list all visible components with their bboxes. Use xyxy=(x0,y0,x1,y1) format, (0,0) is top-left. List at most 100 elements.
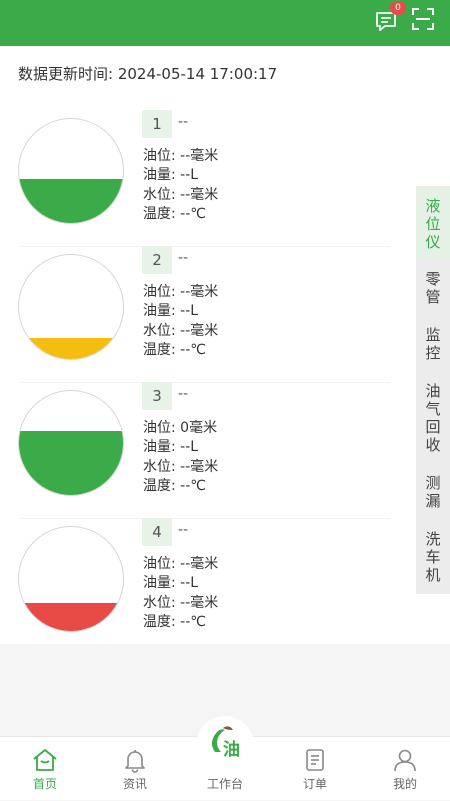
side-tab-monitoring[interactable]: 监 控 xyxy=(416,326,450,362)
side-tab-vapor-recovery[interactable]: 油 气 回 收 xyxy=(416,382,450,454)
side-tab-char: 零 xyxy=(425,270,441,288)
side-tab-char: 仪 xyxy=(425,233,441,251)
oil-level-label: 油位: xyxy=(143,148,176,164)
nav-label: 工作台 xyxy=(206,777,243,791)
tank-card[interactable]: 2 -- 油位: --毫米 油量: --L 水位: --毫米 温度: --℃ xyxy=(0,246,410,383)
water-level-row: 水位: --毫米 xyxy=(143,458,218,477)
temperature-value: --℃ xyxy=(180,613,206,630)
side-tab-char: 管 xyxy=(425,288,441,306)
oil-logo-icon[interactable]: 油 xyxy=(203,722,247,766)
side-tab-leak-detection[interactable]: 测 漏 xyxy=(416,474,450,510)
water-level-label: 水位: xyxy=(143,322,176,339)
oil-volume-label: 油量: xyxy=(143,575,176,592)
oil-volume-row: 油量: --L xyxy=(143,302,218,321)
water-level-value: --毫米 xyxy=(180,186,219,203)
nav-profile[interactable]: 我的 xyxy=(360,737,450,801)
svg-text:油: 油 xyxy=(223,739,240,760)
side-tab-car-wash[interactable]: 洗 车 机 xyxy=(416,530,450,584)
temperature-label: 温度: xyxy=(143,613,176,630)
temperature-value: --℃ xyxy=(180,205,206,222)
tank-card[interactable]: 1 -- 油位: --毫米 油量: --L 水位: --毫米 温度: --℃ xyxy=(0,110,410,247)
nav-label: 我的 xyxy=(392,777,417,791)
oil-level-label: 油位: xyxy=(143,284,176,300)
oil-level-value: 0毫米 xyxy=(180,420,218,436)
user-icon xyxy=(394,749,416,772)
oil-level-value: --毫米 xyxy=(180,556,219,572)
side-tab-char: 油 xyxy=(425,382,441,400)
oil-volume-value: --L xyxy=(180,303,199,320)
oil-volume-value: --L xyxy=(180,575,199,592)
temperature-value: --℃ xyxy=(180,477,206,494)
tank-name: -- xyxy=(178,522,189,538)
side-tab-char: 收 xyxy=(425,436,441,454)
oil-level-label: 油位: xyxy=(143,420,176,436)
nav-news[interactable]: 资讯 xyxy=(90,737,180,801)
tank-fill xyxy=(19,338,123,359)
side-tab-zero-pipe[interactable]: 零 管 xyxy=(416,270,450,306)
tank-number: 4 xyxy=(142,518,172,546)
side-tab-char: 气 xyxy=(425,400,441,418)
side-tab-char: 控 xyxy=(425,344,441,362)
tank-fill xyxy=(19,602,123,631)
message-badge: 0 xyxy=(390,1,406,15)
oil-level-row: 油位: --毫米 xyxy=(143,283,218,302)
oil-volume-value: --L xyxy=(180,439,199,456)
water-level-label: 水位: xyxy=(143,458,176,475)
side-tab-char: 监 xyxy=(425,326,441,344)
water-level-value: --毫米 xyxy=(180,594,219,611)
nav-orders[interactable]: 订单 xyxy=(270,737,360,801)
oil-volume-row: 油量: --L xyxy=(143,438,218,457)
temperature-row: 温度: --℃ xyxy=(143,205,218,224)
tank-fill xyxy=(19,430,123,495)
temperature-row: 温度: --℃ xyxy=(143,613,218,632)
tank-name: -- xyxy=(178,250,189,266)
order-list-icon xyxy=(306,749,324,771)
oil-volume-row: 油量: --L xyxy=(143,166,218,185)
tank-name: -- xyxy=(178,114,189,130)
nav-home[interactable]: 首页 xyxy=(0,737,90,801)
tank-level-gauge xyxy=(18,118,124,224)
tank-level-gauge xyxy=(18,526,124,632)
water-level-row: 水位: --毫米 xyxy=(143,322,218,341)
oil-level-value: --毫米 xyxy=(180,148,219,164)
oil-level-label: 油位: xyxy=(143,556,176,572)
bell-icon xyxy=(125,750,145,773)
side-tab-char: 车 xyxy=(425,548,441,566)
tank-card[interactable]: 4 -- 油位: --毫米 油量: --L 水位: --毫米 温度: --℃ xyxy=(0,518,410,654)
temperature-label: 温度: xyxy=(143,205,176,222)
tank-name: -- xyxy=(178,386,189,402)
temperature-row: 温度: --℃ xyxy=(143,341,218,360)
oil-level-row: 油位: --毫米 xyxy=(143,555,218,574)
message-button[interactable]: 0 xyxy=(374,1,406,33)
home-icon xyxy=(33,749,57,771)
tank-level-gauge xyxy=(18,254,124,360)
nav-label: 订单 xyxy=(302,777,327,791)
water-level-value: --毫米 xyxy=(180,458,219,475)
oil-volume-row: 油量: --L xyxy=(143,574,218,593)
temperature-label: 温度: xyxy=(143,341,176,358)
temperature-label: 温度: xyxy=(143,477,176,494)
side-tab-char: 位 xyxy=(425,215,441,233)
tank-number: 1 xyxy=(142,110,172,138)
oil-volume-label: 油量: xyxy=(143,303,176,320)
nav-label: 首页 xyxy=(32,777,57,791)
water-level-label: 水位: xyxy=(143,186,176,203)
tank-card[interactable]: 3 -- 油位: 0毫米 油量: --L 水位: --毫米 温度: --℃ xyxy=(0,382,410,519)
side-tab-level-gauge[interactable]: 液 位 仪 xyxy=(416,186,450,260)
temperature-row: 温度: --℃ xyxy=(143,477,218,496)
side-tab-char: 漏 xyxy=(425,492,441,510)
water-level-value: --毫米 xyxy=(180,322,219,339)
tank-number: 2 xyxy=(142,246,172,274)
side-tab-char: 机 xyxy=(425,566,441,584)
oil-level-row: 油位: 0毫米 xyxy=(143,419,218,438)
tank-fill xyxy=(19,179,123,223)
temperature-value: --℃ xyxy=(180,341,206,358)
side-tab-char: 洗 xyxy=(425,530,441,548)
side-tab-bar: 液 位 仪 零 管 监 控 油 气 回 收 测 漏 洗 车 机 xyxy=(416,186,450,594)
oil-volume-label: 油量: xyxy=(143,439,176,456)
tank-level-gauge xyxy=(18,390,124,496)
water-level-row: 水位: --毫米 xyxy=(143,186,218,205)
side-tab-char: 液 xyxy=(425,197,441,215)
scan-button[interactable] xyxy=(411,7,435,31)
top-header: 0 xyxy=(0,0,450,46)
